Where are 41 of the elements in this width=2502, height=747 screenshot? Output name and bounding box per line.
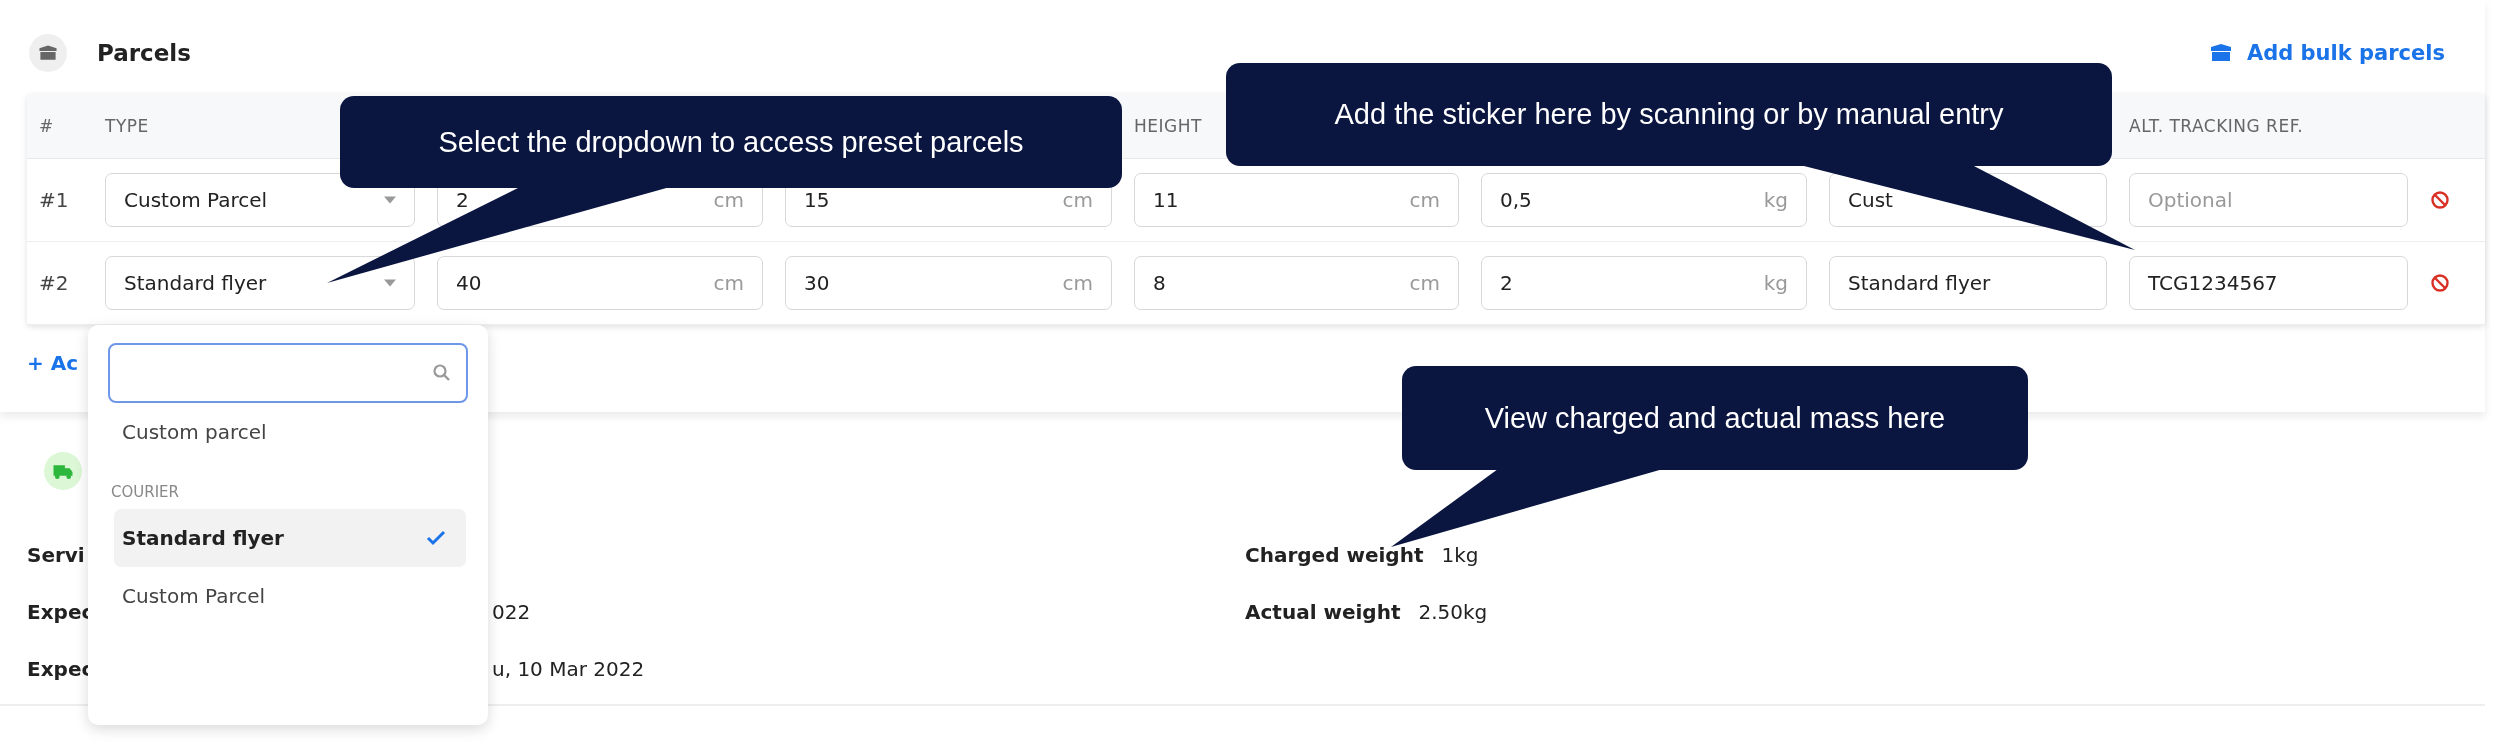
boxes-icon bbox=[2208, 43, 2233, 63]
dimension-field[interactable]: 11 cm bbox=[1134, 173, 1459, 227]
row-number: #1 bbox=[39, 188, 70, 212]
add-bulk-parcels-link[interactable]: Add bulk parcels bbox=[2208, 41, 2445, 65]
dropdown-option[interactable]: Standard flyer bbox=[114, 509, 466, 567]
detail-label: Expec bbox=[27, 656, 95, 681]
dropdown-option[interactable]: Custom parcel bbox=[114, 403, 466, 461]
weight-value: 1kg bbox=[1441, 542, 1479, 567]
remove-icon[interactable] bbox=[2430, 273, 2450, 293]
truck-icon bbox=[44, 452, 82, 490]
tracking-ref-field[interactable]: TCG1234567 bbox=[2129, 256, 2408, 310]
description-field[interactable]: Standard flyer bbox=[1829, 256, 2107, 310]
dimension-field[interactable]: 8 cm bbox=[1134, 256, 1459, 310]
detail-label: Expec bbox=[27, 599, 95, 624]
dropdown-option[interactable]: Custom Parcel bbox=[114, 567, 466, 625]
weight-label: Charged weight bbox=[1245, 542, 1424, 567]
dimension-field[interactable]: 0,5 kg bbox=[1481, 173, 1807, 227]
row-number: #2 bbox=[39, 271, 70, 295]
detail-label: Servi bbox=[27, 542, 86, 567]
dimension-field[interactable]: 30 cm bbox=[785, 256, 1112, 310]
caret-icon bbox=[384, 279, 396, 287]
column-header: TYPE bbox=[105, 116, 149, 136]
column-header: HEIGHT bbox=[1134, 116, 1202, 136]
group-label: COURIER bbox=[110, 483, 180, 501]
column-header: ALT. TRACKING REF. bbox=[2129, 116, 2304, 136]
weight-value: 2.50kg bbox=[1418, 599, 1488, 624]
remove-icon[interactable] bbox=[2430, 190, 2450, 210]
detail-value: 022 bbox=[492, 599, 531, 624]
section-title: Parcels bbox=[97, 40, 191, 66]
weight-label: Actual weight bbox=[1245, 599, 1401, 624]
box-icon bbox=[29, 34, 67, 72]
type-select[interactable]: Standard flyer bbox=[105, 256, 415, 310]
column-header: # bbox=[39, 116, 54, 136]
detail-value: u, 10 Mar 2022 bbox=[492, 656, 645, 681]
add-parcel-link[interactable]: + Ac bbox=[27, 351, 79, 375]
search-icon bbox=[432, 363, 452, 383]
caret-icon bbox=[384, 196, 396, 204]
dimension-field[interactable]: 2 kg bbox=[1481, 256, 1807, 310]
check-icon bbox=[426, 530, 446, 546]
search-field[interactable] bbox=[108, 343, 468, 403]
dimension-field[interactable]: 40 cm bbox=[437, 256, 763, 310]
